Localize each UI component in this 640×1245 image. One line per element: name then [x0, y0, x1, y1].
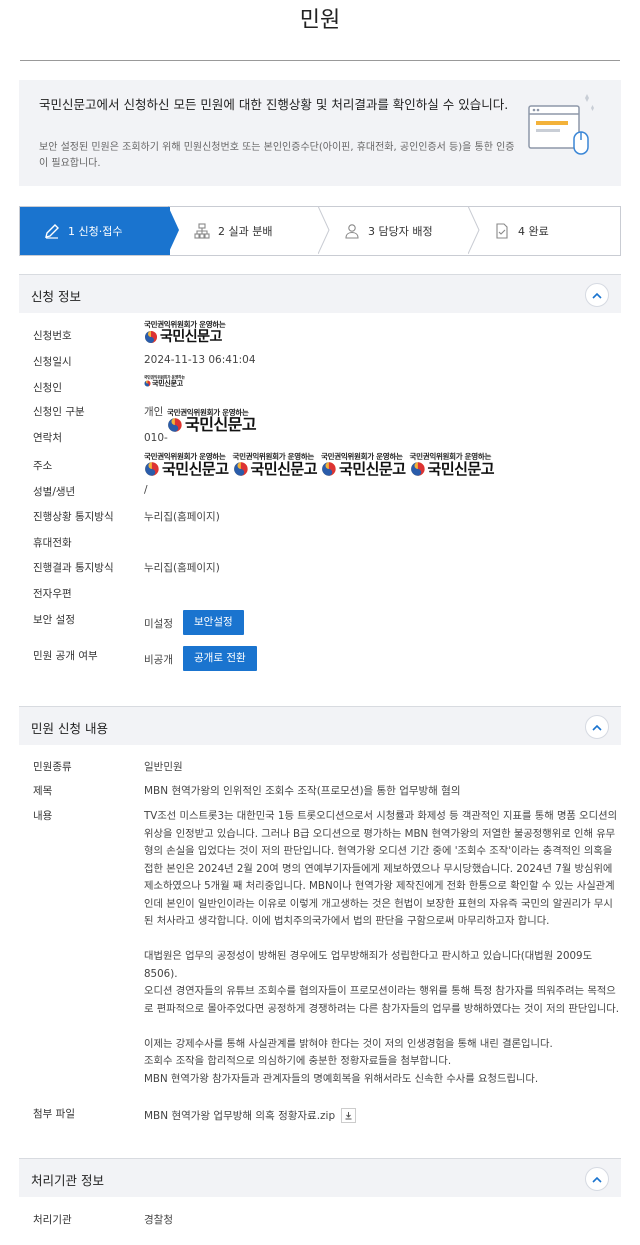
complaint-section: 민원 신청 내용	[19, 706, 621, 745]
section-title: 처리기관 정보	[31, 1173, 104, 1188]
row-email: 전자우편	[19, 586, 621, 602]
email-label: 전자우편	[33, 588, 72, 600]
step-2-label: 2 실과 분배	[218, 225, 273, 238]
step-3: 3 담당자 배정	[320, 206, 480, 255]
kind-label: 민원종류	[33, 761, 72, 773]
step-1-label: 1 신청·접수	[68, 225, 123, 238]
security-value: 미설정	[144, 618, 173, 630]
public-label: 민원 공개 여부	[33, 650, 98, 662]
row-security: 보안 설정 미설정 보안설정	[19, 610, 621, 638]
date-label: 신청일시	[33, 356, 72, 368]
row-date: 신청일시 2024-11-13 06:41:04	[19, 354, 621, 370]
masked-logo-group: 국민권익위원회가 운영하는 국민신문고 국민권익위원회가 운영하는 국민신문고 국민…	[144, 452, 495, 478]
subject-label: 제목	[33, 785, 53, 797]
security-label: 보안 설정	[33, 614, 75, 626]
chevron-up-icon	[592, 724, 602, 731]
section-header: 처리기관 정보	[19, 1158, 621, 1197]
row-subject: 제목 MBN 현역가왕의 인위적인 조회수 조작(프로모션)을 통한 업무방해 …	[19, 783, 621, 799]
attach-label: 첨부 파일	[33, 1108, 75, 1120]
contact-label: 연락처	[33, 432, 62, 444]
progress-steps: 1 신청·접수 2 실과 분배 3 담당자 배정 4 완료	[19, 206, 621, 256]
row-agency: 처리기관 경찰청	[19, 1212, 621, 1228]
collapse-toggle[interactable]	[585, 1167, 609, 1191]
attachment-filename: MBN 현역가왕 업무방해 의혹 정황자료.zip	[144, 1110, 336, 1122]
security-settings-button[interactable]: 보안설정	[183, 610, 244, 635]
row-applicant: 신청인 국민권익위원회가 운영하는 국민신문고	[19, 374, 621, 396]
kind-value: 일반민원	[144, 761, 183, 773]
masked-logo: 국민권익위원회가 운영하는 국민신문고	[144, 375, 185, 388]
row-phone: 휴대전화	[19, 535, 621, 551]
gender-value: /	[144, 484, 148, 496]
collapse-toggle[interactable]	[585, 283, 609, 307]
document-check-icon	[494, 223, 510, 239]
number-label: 신청번호	[33, 330, 72, 342]
download-icon[interactable]	[341, 1108, 357, 1123]
row-public: 민원 공개 여부 비공개 공개로 전환	[19, 646, 621, 674]
contact-prefix: 010-	[144, 432, 168, 444]
application-info-section: 신청 정보	[19, 274, 621, 313]
step-4-label: 4 완료	[518, 225, 549, 238]
row-number: 신청번호 국민권익위원회가 운영하는 국민신문고	[19, 318, 621, 348]
collapse-toggle[interactable]	[585, 715, 609, 739]
step-2: 2 실과 분배	[170, 206, 330, 255]
row-result: 진행결과 통지방식 누리집(홈페이지)	[19, 560, 621, 576]
row-contact: 연락처 국민권익위원회가 운영하는 국민신문고 010-	[19, 406, 621, 446]
row-address: 주소 국민권익위원회가 운영하는 국민신문고 국민권익위원회가 운영하는 국민신문고…	[19, 452, 621, 484]
org-chart-icon	[194, 223, 210, 239]
subject-value: MBN 현역가왕의 인위적인 조회수 조작(프로모션)을 통한 업무방해 혐의	[144, 785, 461, 797]
date-value: 2024-11-13 06:41:04	[144, 354, 256, 366]
chevron-up-icon	[592, 1176, 602, 1183]
row-notify: 진행상황 통지방식 누리집(홈페이지)	[19, 509, 621, 525]
result-label: 진행결과 통지방식	[33, 562, 114, 574]
content-label: 내용	[33, 810, 53, 822]
content-body: TV조선 미스트롯3는 대한민국 1등 트롯오디션으로서 시청률과 화제성 등 …	[144, 810, 620, 1085]
applicant-label: 신청인	[33, 382, 62, 394]
public-value: 비공개	[144, 654, 173, 666]
row-kind: 민원종류 일반민원	[19, 759, 621, 775]
section-title: 신청 정보	[31, 289, 81, 304]
step-3-label: 3 담당자 배정	[368, 225, 433, 238]
result-value: 누리집(홈페이지)	[144, 562, 220, 574]
phone-label: 휴대전화	[33, 537, 72, 549]
step-4: 4 완료	[470, 207, 620, 255]
pencil-icon	[44, 223, 60, 239]
page-title: 민원	[20, 0, 620, 61]
page: 민원 국민신문고에서 신청하신 모든 민원에 대한 진행상황 및 처리결과를 확…	[0, 0, 640, 1245]
notify-value: 누리집(홈페이지)	[144, 511, 220, 523]
make-public-button[interactable]: 공개로 전환	[183, 646, 257, 671]
person-icon	[344, 223, 360, 239]
address-label: 주소	[33, 460, 53, 472]
agency-value: 경찰청	[144, 1214, 173, 1226]
row-gender: 성별/생년 /	[19, 484, 621, 500]
monitor-mouse-icon	[528, 94, 594, 155]
attachment-link[interactable]: MBN 현역가왕 업무방해 의혹 정황자료.zip	[144, 1108, 357, 1123]
agency-section: 처리기관 정보	[19, 1158, 621, 1197]
section-title: 민원 신청 내용	[31, 721, 108, 736]
agency-label: 처리기관	[33, 1214, 72, 1226]
intro-heading: 국민신문고에서 신청하신 모든 민원에 대한 진행상황 및 처리결과를 확인하실…	[39, 97, 509, 112]
intro-description: 보안 설정된 민원은 조회하기 위해 민원신청번호 또는 본인인증수단(아이핀,…	[39, 142, 515, 169]
masked-logo: 국민권익위원회가 운영하는 국민신문고	[144, 320, 226, 345]
section-header: 민원 신청 내용	[19, 706, 621, 745]
row-attachment: 첨부 파일 MBN 현역가왕 업무방해 의혹 정황자료.zip	[19, 1106, 621, 1126]
step-1: 1 신청·접수	[20, 206, 179, 255]
notify-label: 진행상황 통지방식	[33, 511, 114, 523]
row-content: 내용 TV조선 미스트롯3는 대한민국 1등 트롯오디션으로서 시청률과 화제성…	[19, 808, 621, 1098]
masked-logo: 국민권익위원회가 운영하는 국민신문고	[167, 408, 257, 434]
intro-box: 국민신문고에서 신청하신 모든 민원에 대한 진행상황 및 처리결과를 확인하실…	[19, 80, 621, 186]
section-header: 신청 정보	[19, 274, 621, 313]
gender-label: 성별/생년	[33, 486, 76, 498]
chevron-up-icon	[592, 292, 602, 299]
